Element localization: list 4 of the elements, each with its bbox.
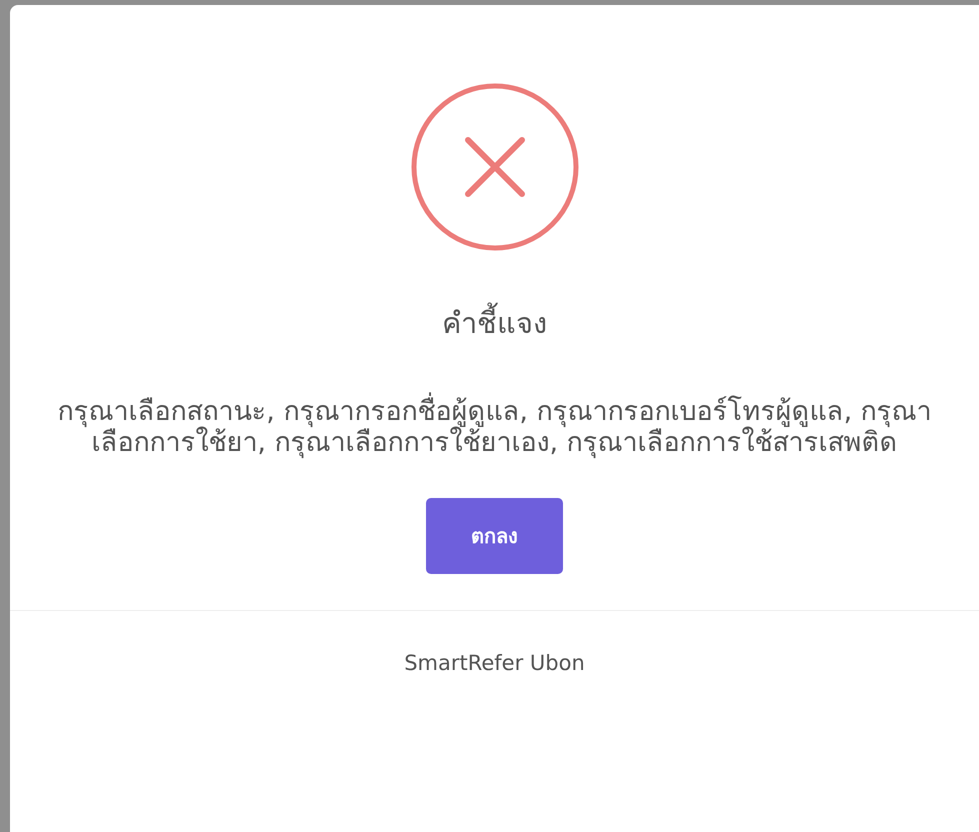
dialog-title: คำชี้แจง: [442, 300, 547, 346]
confirm-button[interactable]: ตกลง: [426, 498, 563, 574]
error-icon: [410, 82, 580, 252]
footer-text: SmartRefer Ubon: [404, 651, 585, 675]
